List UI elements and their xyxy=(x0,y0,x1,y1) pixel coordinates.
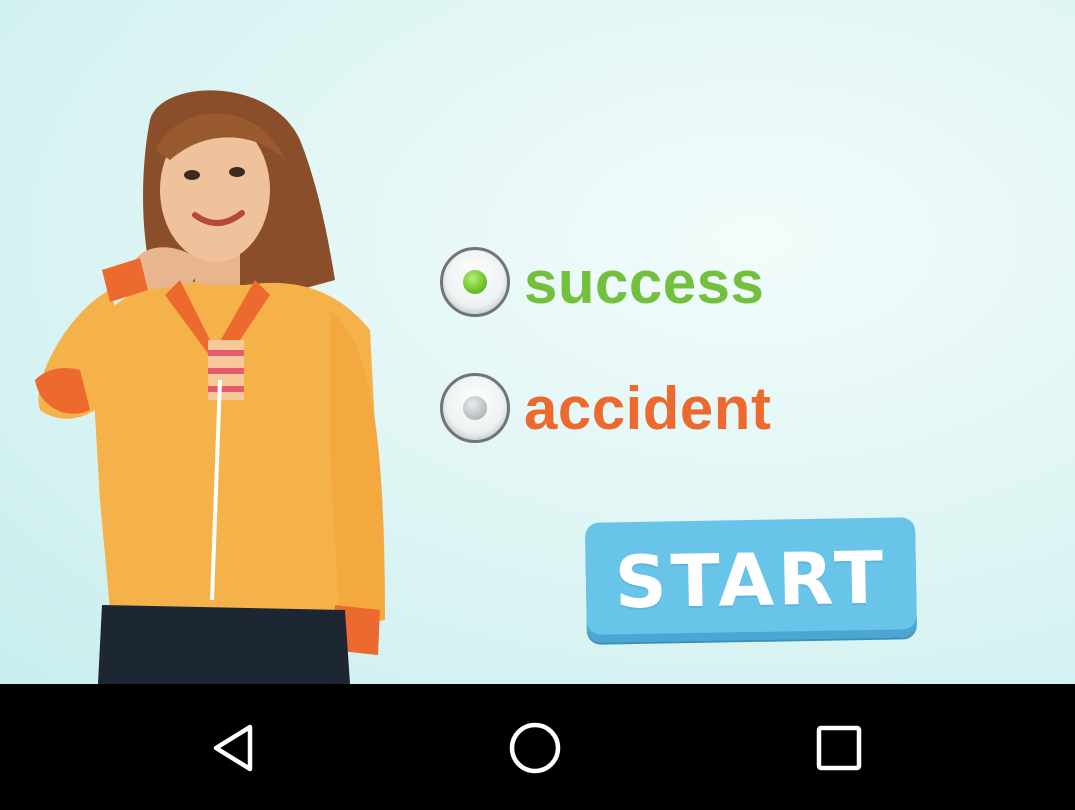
option-success[interactable]: success xyxy=(440,247,764,317)
home-icon[interactable] xyxy=(505,718,565,778)
selected-indicator xyxy=(463,270,487,294)
start-button[interactable]: START xyxy=(584,517,918,643)
app-screen: success accident START xyxy=(0,0,1075,684)
accident-radio-button[interactable] xyxy=(440,373,510,443)
start-button-label: START xyxy=(614,535,888,625)
woman-illustration xyxy=(35,90,385,684)
success-label[interactable]: success xyxy=(524,248,764,317)
back-icon[interactable] xyxy=(204,718,264,778)
accident-label[interactable]: accident xyxy=(524,374,771,443)
success-radio-button[interactable] xyxy=(440,247,510,317)
recents-icon[interactable] xyxy=(809,718,869,778)
option-accident[interactable]: accident xyxy=(440,373,771,443)
unselected-indicator xyxy=(463,396,487,420)
